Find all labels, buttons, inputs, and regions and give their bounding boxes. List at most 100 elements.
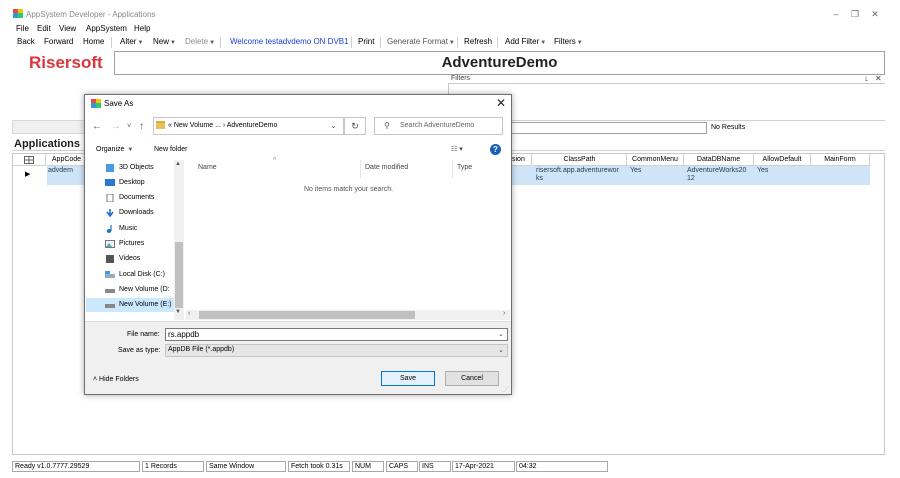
save-button[interactable]: Save xyxy=(381,371,435,386)
minimize-button[interactable]: – xyxy=(829,8,843,20)
nav-item-3d-objects[interactable]: 3D Objects xyxy=(119,164,154,171)
page-title: AdventureDemo xyxy=(441,54,558,71)
column-header-datadbname[interactable]: DataDBName xyxy=(684,154,754,166)
cell-allowdefault[interactable]: Yes xyxy=(757,167,768,175)
music-icon xyxy=(107,225,112,233)
toolbar-separator xyxy=(111,37,112,48)
menu-help[interactable]: Help xyxy=(134,24,150,33)
filters-close-icon[interactable]: ✕ xyxy=(875,74,882,83)
nav-item-local-disk-c[interactable]: Local Disk (C:) xyxy=(119,271,165,278)
status-num: NUM xyxy=(352,461,384,472)
file-list-scroll-thumb[interactable] xyxy=(199,311,415,319)
forward-button[interactable]: Forward xyxy=(44,37,73,46)
breadcrumb[interactable]: « New Volume ... › AdventureDemo xyxy=(168,122,277,129)
alter-button[interactable]: Alter▼ xyxy=(120,37,143,46)
filters-header xyxy=(448,75,885,84)
cell-classpath[interactable]: risersoft.app.adventurewor ks xyxy=(536,167,626,183)
scroll-up-icon[interactable]: ▲ xyxy=(175,161,181,167)
forward-arrow-icon[interactable]: → xyxy=(111,121,121,132)
filters-button[interactable]: Filters▼ xyxy=(554,37,583,46)
column-header-date-modified[interactable]: Date modified xyxy=(365,164,408,171)
nav-item-documents[interactable]: Documents xyxy=(119,194,154,201)
cancel-button[interactable]: Cancel xyxy=(445,371,499,386)
view-options-icon[interactable]: ☷ ▾ xyxy=(451,145,463,153)
nav-item-desktop[interactable]: Desktop xyxy=(119,179,145,186)
dialog-title: Save As xyxy=(104,99,134,108)
nav-item-videos[interactable]: Videos xyxy=(119,255,140,262)
add-filter-button[interactable]: Add Filter▼ xyxy=(505,37,546,46)
toolbar-separator xyxy=(380,37,381,48)
home-button[interactable]: Home xyxy=(83,37,104,46)
filters-pane-label: Filters xyxy=(451,75,471,82)
row-pointer-icon: ▶ xyxy=(25,171,31,178)
up-arrow-icon[interactable]: ↑ xyxy=(139,121,144,132)
cell-commonmenu[interactable]: Yes xyxy=(630,167,641,175)
risersoft-logo: Risersoft xyxy=(29,53,103,72)
save-type-label: Save as type: xyxy=(118,347,161,354)
chevron-down-icon[interactable]: ⌄ xyxy=(330,121,337,130)
file-name-input[interactable] xyxy=(165,328,508,341)
quick-search-input[interactable] xyxy=(511,122,707,134)
generate-format-button[interactable]: Generate Format▼ xyxy=(387,37,455,46)
toolbar-separator xyxy=(351,37,352,48)
chevron-down-icon: ▼ xyxy=(448,40,455,46)
status-time: 04:32 xyxy=(516,461,608,472)
help-icon[interactable]: ? xyxy=(490,144,501,155)
recent-dropdown-icon[interactable]: ˅ xyxy=(127,123,131,130)
dialog-toolbar xyxy=(85,142,511,158)
organize-button[interactable]: Organize ▼ xyxy=(96,146,133,153)
nav-scroll-thumb[interactable] xyxy=(175,242,183,308)
column-header-commonmenu[interactable]: CommonMenu xyxy=(627,154,684,166)
scroll-down-icon[interactable]: ▼ xyxy=(175,309,181,315)
column-separator[interactable] xyxy=(360,160,361,178)
pin-icon[interactable]: ꜖ xyxy=(865,75,868,83)
refresh-button[interactable]: Refresh xyxy=(464,37,492,46)
close-button[interactable]: ✕ xyxy=(868,8,882,20)
menu-appsystem[interactable]: AppSystem xyxy=(86,24,127,33)
menu-edit[interactable]: Edit xyxy=(37,24,51,33)
nav-item-new-volume-e[interactable]: New Volume (E:) xyxy=(119,301,172,308)
new-folder-button[interactable]: New folder xyxy=(154,146,187,153)
nav-item-new-volume-d[interactable]: New Volume (D: xyxy=(119,286,170,293)
cell-datadbname[interactable]: AdventureWorks20 12 xyxy=(687,167,753,183)
back-arrow-icon[interactable]: ← xyxy=(92,121,102,132)
dialog-close-icon[interactable]: ✕ xyxy=(496,96,506,110)
nav-item-downloads[interactable]: Downloads xyxy=(119,209,154,216)
column-header-name[interactable]: Name xyxy=(198,164,217,171)
save-type-value[interactable]: AppDB File (*.appdb) xyxy=(168,346,234,353)
toolbar-separator xyxy=(457,37,458,48)
column-header-classpath[interactable]: ClassPath xyxy=(533,154,627,166)
menu-view[interactable]: View xyxy=(59,24,76,33)
drive-icon xyxy=(105,304,115,308)
hide-folders-button[interactable]: ˄ Hide Folders xyxy=(93,376,139,383)
new-button[interactable]: New▼ xyxy=(153,37,176,46)
column-header-allowdefault[interactable]: AllowDefault xyxy=(754,154,811,166)
back-button[interactable]: Back xyxy=(17,37,35,46)
column-header-type[interactable]: Type xyxy=(457,164,472,171)
restore-button[interactable]: ❐ xyxy=(848,8,862,20)
chevron-down-icon[interactable]: ⌄ xyxy=(498,330,504,338)
column-separator[interactable] xyxy=(452,160,453,178)
results-status: No Results xyxy=(711,124,746,131)
search-placeholder: Search AdventureDemo xyxy=(400,122,475,129)
refresh-icon[interactable]: ↻ xyxy=(344,117,366,135)
file-name-value[interactable]: rs.appdb xyxy=(168,330,199,339)
toolbar-separator xyxy=(220,37,221,48)
status-ins: INS xyxy=(419,461,451,472)
menu-file[interactable]: File xyxy=(16,24,29,33)
scroll-right-icon[interactable]: › xyxy=(503,310,505,317)
column-header-mainform[interactable]: MainForm xyxy=(811,154,870,166)
cell-appcode[interactable]: advdem xyxy=(48,167,73,175)
print-button[interactable]: Print xyxy=(358,37,374,46)
column-header-version[interactable]: sion xyxy=(512,154,532,166)
chevron-down-icon[interactable]: ⌄ xyxy=(498,346,504,354)
nav-item-pictures[interactable]: Pictures xyxy=(119,240,144,247)
scroll-left-icon[interactable]: ‹ xyxy=(188,310,190,317)
status-ready: Ready v1.0.7777.29529 xyxy=(12,461,140,472)
select-all-icon[interactable] xyxy=(13,154,46,166)
resize-grip-icon[interactable]: ⋰ xyxy=(503,386,509,393)
column-header-appcode[interactable]: AppCode xyxy=(47,154,87,166)
delete-button[interactable]: Delete▼ xyxy=(185,37,215,46)
nav-item-music[interactable]: Music xyxy=(119,225,137,232)
filters-pane xyxy=(448,84,885,121)
